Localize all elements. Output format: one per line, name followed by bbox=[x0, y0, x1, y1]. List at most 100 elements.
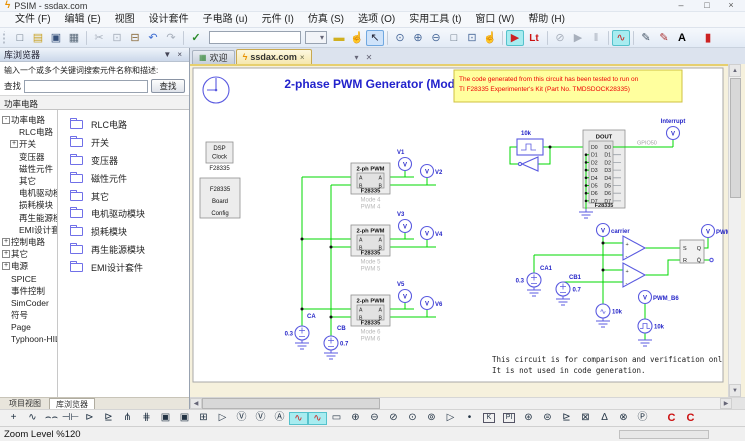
menu-edit[interactable]: 编辑 (E) bbox=[58, 12, 108, 27]
library-folder-item[interactable]: 再生能源模块 bbox=[58, 241, 189, 259]
fit-page-icon[interactable]: □ bbox=[445, 30, 463, 46]
menu-elements[interactable]: 元件 (I) bbox=[255, 12, 301, 27]
scroll-down-icon[interactable]: ▼ bbox=[729, 384, 741, 397]
pan-page-icon[interactable]: ☝ bbox=[481, 30, 499, 46]
category-selector[interactable]: 功率电路 bbox=[0, 95, 189, 110]
vertical-scroll-thumb[interactable] bbox=[730, 78, 741, 198]
tree-item[interactable]: SimCoder bbox=[0, 297, 57, 309]
c-code-block-icon[interactable]: C bbox=[681, 411, 700, 426]
save-icon[interactable]: ▣ bbox=[47, 30, 65, 46]
tree-expander-icon[interactable]: + bbox=[2, 250, 10, 258]
cut-icon[interactable]: ✂ bbox=[90, 30, 108, 46]
voltmeter-icon[interactable]: Ⓥ bbox=[251, 411, 270, 426]
label-node-icon[interactable]: • bbox=[460, 411, 479, 426]
panel-collapse-icon[interactable]: ▼ bbox=[160, 50, 174, 59]
tree-item[interactable]: - 功率电路 bbox=[0, 114, 57, 126]
menu-design-suite[interactable]: 设计套件 bbox=[142, 12, 196, 27]
library-folder-item[interactable]: 磁性元件 bbox=[58, 169, 189, 187]
library-folder-item[interactable]: 开关 bbox=[58, 134, 189, 152]
tree-item[interactable]: + 开关 bbox=[0, 138, 57, 150]
triangle-source-icon[interactable]: ⊙ bbox=[403, 411, 422, 426]
pi-block-icon[interactable]: PI bbox=[503, 413, 515, 423]
zoom-icon[interactable]: ⊙ bbox=[391, 30, 409, 46]
zoom-in-icon[interactable]: ⊕ bbox=[409, 30, 427, 46]
horizontal-scrollbar[interactable]: ◀ ▶ bbox=[190, 397, 745, 409]
toolbar-search-input[interactable] bbox=[209, 31, 301, 44]
add-icon[interactable]: + bbox=[4, 411, 23, 426]
tree-expander-icon[interactable]: + bbox=[10, 140, 18, 148]
tree-item[interactable]: + 电源 bbox=[0, 260, 57, 272]
library-folder-item[interactable]: 变压器 bbox=[58, 152, 189, 170]
resistor-icon[interactable]: ∿ bbox=[23, 411, 42, 426]
stop-simulation-icon[interactable]: ⊘ bbox=[551, 30, 569, 46]
wire-icon[interactable]: ▬ bbox=[330, 30, 348, 46]
pan-icon[interactable]: ☝ bbox=[348, 30, 366, 46]
pause-simulation-icon[interactable]: ‖ bbox=[587, 30, 605, 46]
transformer-icon[interactable]: ▣ bbox=[156, 411, 175, 426]
opamp-icon[interactable]: ▷ bbox=[213, 411, 232, 426]
text-icon[interactable]: A bbox=[673, 30, 691, 46]
tree-expander-icon[interactable]: - bbox=[2, 116, 10, 124]
close-button[interactable]: × bbox=[719, 0, 743, 12]
transformer-3ph-icon[interactable]: ▣ bbox=[175, 411, 194, 426]
mosfet-icon[interactable]: ⋕ bbox=[137, 411, 156, 426]
scope-2ch-icon[interactable]: ∿ bbox=[308, 412, 327, 425]
dsp-clock-block[interactable]: DSP Clock F28335 bbox=[206, 142, 233, 172]
transistor-icon[interactable]: ⋔ bbox=[118, 411, 137, 426]
menu-options[interactable]: 选项 (O) bbox=[351, 12, 402, 27]
simview-icon[interactable]: ∿ bbox=[612, 30, 630, 46]
select-icon[interactable]: ↖ bbox=[366, 30, 384, 46]
maximize-button[interactable]: □ bbox=[695, 0, 719, 12]
undo-icon[interactable]: ↶ bbox=[144, 30, 162, 46]
thyristor-icon[interactable]: ⊵ bbox=[99, 411, 118, 426]
tab-welcome[interactable]: ▦ 欢迎 bbox=[192, 50, 235, 64]
k-block-icon[interactable]: K bbox=[483, 413, 495, 423]
scroll-left-icon[interactable]: ◀ bbox=[190, 398, 202, 409]
zoom-out-icon[interactable]: ⊖ bbox=[427, 30, 445, 46]
redo-icon[interactable]: ↷ bbox=[162, 30, 180, 46]
tree-item[interactable]: 事件控制 bbox=[0, 285, 57, 297]
tree-item[interactable]: 符号 bbox=[0, 309, 57, 321]
probe-vdiff-icon[interactable]: ✎ bbox=[655, 30, 673, 46]
square-source-icon[interactable]: ⊘ bbox=[384, 411, 403, 426]
tree-item[interactable]: EMI设计套件 bbox=[0, 224, 57, 236]
ammeter-icon[interactable]: Ⓐ bbox=[270, 411, 289, 426]
tree-item[interactable]: Typhoon-HIL bbox=[0, 333, 57, 345]
tab-library-browser[interactable]: 库浏览器 bbox=[49, 398, 95, 409]
diode-icon[interactable]: ⊳ bbox=[80, 411, 99, 426]
gain-icon[interactable]: ▷ bbox=[441, 411, 460, 426]
inductor-icon[interactable]: ⌢⌢ bbox=[42, 411, 61, 426]
probe-icon[interactable]: ✎ bbox=[637, 30, 655, 46]
library-folder-item[interactable]: RLC电路 bbox=[58, 116, 189, 134]
minimize-button[interactable]: – bbox=[669, 0, 693, 12]
tab-ssdax[interactable]: ϟ ssdax.com × bbox=[236, 49, 312, 64]
sine-source-icon[interactable]: ⊖ bbox=[365, 411, 384, 426]
menu-help[interactable]: 帮助 (H) bbox=[521, 12, 572, 27]
rlc-branch-icon[interactable]: ▭ bbox=[327, 411, 346, 426]
new-file-icon[interactable]: □ bbox=[11, 30, 29, 46]
resume-simulation-icon[interactable]: ▶ bbox=[569, 30, 587, 46]
paste-icon[interactable]: ⊟ bbox=[126, 30, 144, 46]
coupled-inductor-icon[interactable]: ⊞ bbox=[194, 411, 213, 426]
horizontal-scroll-thumb[interactable] bbox=[202, 398, 380, 409]
run-simulation-icon[interactable]: ▶ bbox=[506, 30, 524, 46]
library-folder-item[interactable]: EMI设计套件 bbox=[58, 258, 189, 276]
dc-source-icon[interactable]: ⊕ bbox=[346, 411, 365, 426]
tree-item[interactable]: 其它 bbox=[0, 175, 57, 187]
note-box[interactable]: The code generated from this circuit has… bbox=[454, 70, 682, 102]
tree-item[interactable]: 电机驱动模块 bbox=[0, 187, 57, 199]
copy-icon[interactable]: ⊡ bbox=[108, 30, 126, 46]
tree-item[interactable]: 再生能源模块 bbox=[0, 212, 57, 224]
close-document-button[interactable]: ✕ bbox=[366, 53, 373, 62]
toolbar-dropdown[interactable]: ▾ bbox=[305, 31, 327, 44]
tree-item[interactable]: Page bbox=[0, 321, 57, 333]
scroll-up-icon[interactable]: ▲ bbox=[729, 64, 741, 77]
verify-icon[interactable]: ✓ bbox=[187, 30, 205, 46]
tree-item[interactable]: RLC电路 bbox=[0, 126, 57, 138]
c-script-icon[interactable]: C bbox=[662, 411, 681, 426]
scope-icon[interactable]: ∿ bbox=[289, 412, 308, 425]
library-folder-item[interactable]: 电机驱动模块 bbox=[58, 205, 189, 223]
menu-utilities[interactable]: 实用工具 (t) bbox=[402, 12, 468, 27]
voltage-probe-icon[interactable]: Ⓥ bbox=[232, 411, 251, 426]
menu-subcircuit[interactable]: 子电路 (u) bbox=[196, 12, 255, 27]
